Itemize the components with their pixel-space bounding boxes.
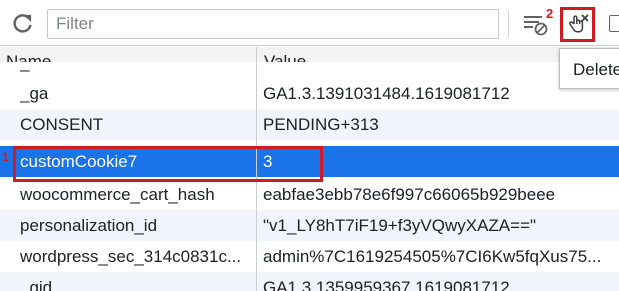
cookie-name: _ <box>20 53 30 72</box>
table-row[interactable]: personalization_id "v1_LY8hT7iF19+f3yVQw… <box>0 210 619 241</box>
table-row[interactable]: CONSENT PENDING+313 <box>0 109 619 140</box>
table-row[interactable]: _ <box>0 53 619 78</box>
cookie-name: _ga <box>20 84 49 103</box>
cookie-value: eabfae3ebb78e6f997c66065b929beee <box>263 185 556 204</box>
cookie-name: woocommerce_cart_hash <box>20 185 215 204</box>
delete-selected-cookie-button[interactable] <box>560 7 595 42</box>
cookie-value: "v1_LY8hT7iF19+f3yVQwyXAZA==" <box>263 216 537 235</box>
cookie-value: PENDING+313 <box>263 115 379 134</box>
filter-input[interactable] <box>47 9 499 39</box>
selected-row-highlight <box>13 146 323 182</box>
toolbar-divider <box>508 11 509 37</box>
cookie-name: wordpress_sec_314c0831c... <box>20 247 242 266</box>
annotation-marker-1: 1 <box>2 150 9 164</box>
cookie-name: _gid <box>20 278 53 291</box>
cookie-value: admin%7C1619254505%7CI6Kw5fqXus75... <box>263 247 602 266</box>
delete-tooltip: Delete <box>559 48 619 89</box>
cookie-name: CONSENT <box>20 115 104 134</box>
delete-selected-cookie-icon <box>569 14 589 33</box>
table-row[interactable]: _gid GA1.3.1359959367.1619081712 <box>0 272 619 291</box>
cookie-name: personalization_id <box>20 216 158 235</box>
show-issues-checkbox[interactable] <box>609 15 619 32</box>
table-row[interactable]: _ga GA1.3.1391031484.1619081712 <box>0 78 619 109</box>
table-row[interactable]: woocommerce_cart_hash eabfae3ebb78e6f997… <box>0 179 619 210</box>
table-row[interactable]: wordpress_sec_314c0831c... admin%7C16192… <box>0 241 619 272</box>
cookies-toolbar <box>0 0 619 46</box>
refresh-icon[interactable] <box>10 10 36 36</box>
cookie-value: GA1.3.1359959367.1619081712 <box>263 278 510 291</box>
annotation-marker-2: 2 <box>546 6 554 21</box>
